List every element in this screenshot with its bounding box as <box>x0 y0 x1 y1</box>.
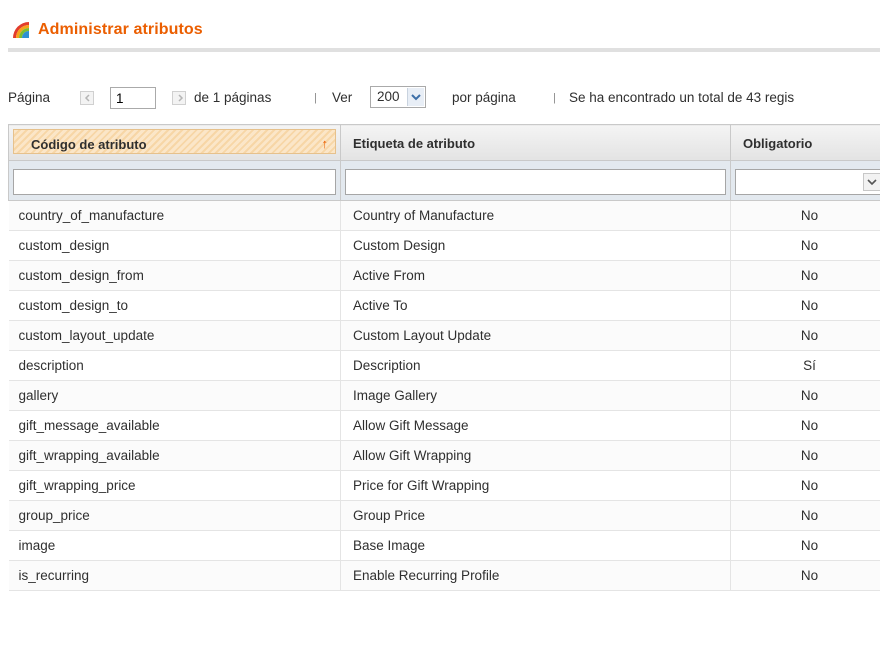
previous-page-button[interactable] <box>80 91 94 105</box>
filter-cell <box>340 160 731 201</box>
attribute-code-cell: country_of_manufacture <box>8 200 341 231</box>
attribute-code-cell: custom_layout_update <box>8 320 341 351</box>
attribute-code-cell: description <box>8 350 341 381</box>
attribute-code-cell: custom_design_to <box>8 290 341 321</box>
attribute-label-cell: Enable Recurring Profile <box>340 560 731 591</box>
table-row[interactable]: gift_wrapping_available Allow Gift Wrappi… <box>8 440 880 471</box>
rainbow-icon <box>13 22 29 38</box>
attribute-label-cell: Image Gallery <box>340 380 731 411</box>
required-cell: No <box>730 530 880 561</box>
sort-arrow-up-icon: ↑ <box>321 136 329 151</box>
attributes-grid: Código de atributo ↑ Etiqueta de atribut… <box>8 124 880 591</box>
separator: | <box>314 92 317 104</box>
table-row[interactable]: gift_message_available Allow Gift Message… <box>8 410 880 441</box>
page-header: Administrar atributos <box>8 14 880 52</box>
page-label: Página <box>8 90 51 105</box>
attribute-code-cell: gift_message_available <box>8 410 341 441</box>
table-row[interactable]: gallery Image Gallery No <box>8 380 880 411</box>
table-row[interactable]: is_recurring Enable Recurring Profile No <box>8 560 880 591</box>
attribute-label-cell: Base Image <box>340 530 731 561</box>
attribute-code-cell: gift_wrapping_price <box>8 470 341 501</box>
filter-cell <box>8 160 341 201</box>
attribute-label-cell: Price for Gift Wrapping <box>340 470 731 501</box>
per-page-label: por página <box>452 90 516 105</box>
filter-cell <box>730 160 880 201</box>
table-row[interactable]: gift_wrapping_price Price for Gift Wrappi… <box>8 470 880 501</box>
attribute-label-cell: Allow Gift Wrapping <box>340 440 731 471</box>
next-page-button[interactable] <box>172 91 186 105</box>
attribute-code-cell: gift_wrapping_available <box>8 440 341 471</box>
attribute-label-cell: Active To <box>340 290 731 321</box>
view-label: Ver <box>332 90 353 105</box>
required-cell: No <box>730 200 880 231</box>
total-records-text: Se ha encontrado un total de 43 regis <box>569 90 795 105</box>
attribute-label-cell: Custom Layout Update <box>340 320 731 351</box>
chevron-down-icon <box>411 94 421 101</box>
table-row[interactable]: group_price Group Price No <box>8 500 880 531</box>
attribute-label-cell: Allow Gift Message <box>340 410 731 441</box>
attribute-code-filter-input[interactable] <box>13 169 336 195</box>
attribute-code-cell: group_price <box>8 500 341 531</box>
required-cell: No <box>730 380 880 411</box>
required-cell: No <box>730 260 880 291</box>
page-number-input[interactable] <box>110 87 156 109</box>
column-header-attribute-label[interactable]: Etiqueta de atributo <box>340 124 731 161</box>
required-cell: No <box>730 440 880 471</box>
attribute-label-cell: Description <box>340 350 731 381</box>
attribute-label-cell: Active From <box>340 260 731 291</box>
attribute-label-cell: Group Price <box>340 500 731 531</box>
table-row[interactable]: image Base Image No <box>8 530 880 561</box>
table-row[interactable]: custom_design Custom Design No <box>8 230 880 261</box>
table-row[interactable]: custom_design_from Active From No <box>8 260 880 291</box>
chevron-down-icon <box>867 179 877 186</box>
header-divider <box>8 48 880 52</box>
attribute-code-cell: custom_design_from <box>8 260 341 291</box>
required-cell: No <box>730 320 880 351</box>
pagination-bar: Página de 1 páginas | Ver 200 por página… <box>8 86 880 112</box>
required-cell: No <box>730 560 880 591</box>
table-row[interactable]: custom_design_to Active To No <box>8 290 880 321</box>
dropdown-button[interactable] <box>407 88 424 106</box>
separator: | <box>553 92 556 104</box>
required-cell: No <box>730 230 880 261</box>
table-row[interactable]: custom_layout_update Custom Layout Update… <box>8 320 880 351</box>
required-cell: No <box>730 410 880 441</box>
attribute-code-cell: custom_design <box>8 230 341 261</box>
column-header-required[interactable]: Obligatorio <box>730 124 880 161</box>
attribute-label-filter-input[interactable] <box>345 169 726 195</box>
table-row[interactable]: description Description Sí <box>8 350 880 381</box>
page-count-text: de 1 páginas <box>194 90 272 105</box>
per-page-value: 200 <box>377 89 400 104</box>
required-cell: Sí <box>730 350 880 381</box>
attribute-code-cell: image <box>8 530 341 561</box>
table-row[interactable]: country_of_manufacture Country of Manufac… <box>8 200 880 231</box>
column-header-label: Etiqueta de atributo <box>353 136 476 151</box>
column-header-label: Obligatorio <box>743 136 813 151</box>
attribute-code-cell: gallery <box>8 380 341 411</box>
required-cell: No <box>730 470 880 501</box>
required-cell: No <box>730 290 880 321</box>
required-filter-select[interactable] <box>735 169 880 195</box>
attribute-label-cell: Custom Design <box>340 230 731 261</box>
chevron-left-icon <box>84 94 90 102</box>
column-header-label: Código de atributo <box>31 137 147 152</box>
page-title: Administrar atributos <box>38 21 203 38</box>
column-header-attribute-code[interactable]: Código de atributo ↑ <box>8 124 341 161</box>
attribute-code-cell: is_recurring <box>8 560 341 591</box>
dropdown-button[interactable] <box>863 173 880 191</box>
chevron-right-icon <box>178 94 184 102</box>
attribute-label-cell: Country of Manufacture <box>340 200 731 231</box>
required-cell: No <box>730 500 880 531</box>
per-page-select[interactable]: 200 <box>370 86 426 108</box>
